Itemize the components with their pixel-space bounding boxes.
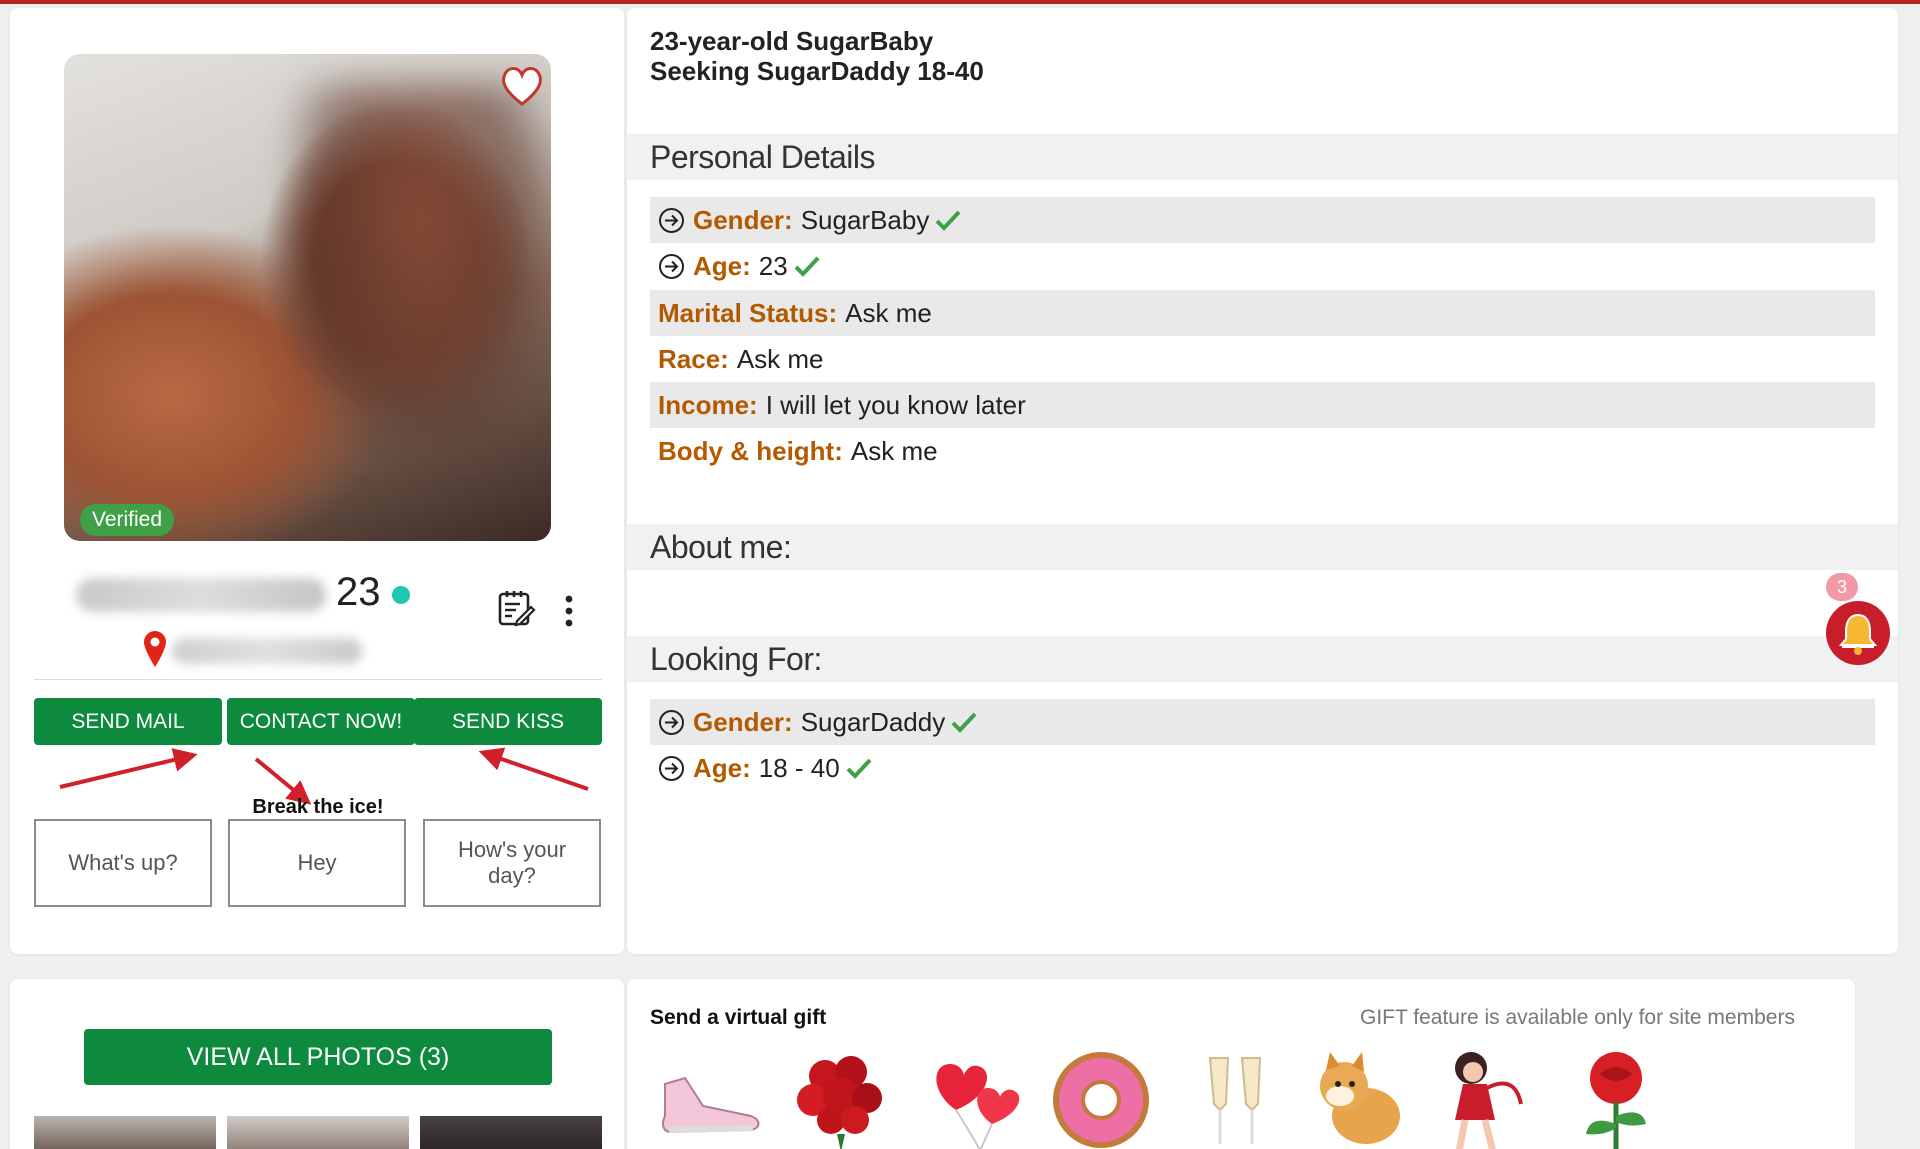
profile-headline: 23-year-old SugarBaby Seeking SugarDaddy… [650,26,984,86]
arrow-circle-icon [659,755,684,781]
headline-line-1: 23-year-old SugarBaby [650,26,934,56]
photo-thumbnail[interactable] [227,1116,409,1149]
detail-row-marital-status: Marital Status: Ask me [650,290,1875,336]
verified-check-icon [846,758,872,779]
detail-value: Ask me [850,435,938,466]
donut-gift-icon[interactable] [1045,1044,1157,1149]
detail-value: Ask me [736,343,824,374]
break-the-ice-label: Break the ice! [252,796,384,818]
verified-badge: Verified [80,504,175,536]
detail-row-body-height: Body & height: Ask me [650,428,1875,474]
arrow-circle-icon [659,207,684,233]
more-options-icon[interactable] [558,594,580,628]
profile-photo[interactable] [64,54,551,541]
username-blurred [76,578,326,612]
detail-label: Race: [658,343,729,374]
champagne-gift-icon[interactable] [1180,1044,1292,1149]
roses-bouquet-gift-icon[interactable] [785,1044,897,1149]
detail-row-age: Age: 23 [650,243,1875,289]
detail-label: Age: [693,752,751,783]
detail-value: 23 [758,250,788,281]
online-status-dot [392,586,410,604]
sneaker-gift-icon[interactable] [655,1044,767,1149]
bell-icon [1826,601,1890,665]
detail-value: SugarDaddy [800,706,946,737]
detail-row-race: Race: Ask me [650,336,1875,382]
about-me-header: About me: [627,524,1898,570]
view-all-photos-button[interactable]: VIEW ALL PHOTOS (3) [84,1029,552,1085]
location-blurred [172,638,362,664]
pinup-girl-gift-icon[interactable] [1425,1044,1537,1149]
detail-value: Ask me [845,297,932,328]
looking-row-gender: Gender: SugarDaddy [650,699,1875,745]
detail-label: Age: [693,250,751,281]
detail-label: Marital Status: [658,297,838,328]
verified-check-icon [794,256,820,277]
notes-icon[interactable] [496,588,536,628]
detail-label: Income: [658,389,758,420]
detail-row-gender: Gender: SugarBaby [650,197,1875,243]
icebreaker-hows-your-day-button[interactable]: How's your day? [423,819,601,907]
detail-value: 18 - 40 [758,752,840,783]
shiba-dog-gift-icon[interactable] [1300,1044,1412,1149]
looking-row-age: Age: 18 - 40 [650,745,1875,791]
favorite-heart-icon[interactable] [498,62,546,110]
icebreaker-hey-button[interactable]: Hey [228,819,406,907]
personal-details-header: Personal Details [627,134,1898,180]
icebreaker-whats-up-button[interactable]: What's up? [34,819,212,907]
notification-count-badge: 3 [1826,573,1858,601]
verified-check-icon [951,712,977,733]
contact-now-button[interactable]: CONTACT NOW! [227,698,415,745]
photo-thumbnail[interactable] [420,1116,602,1149]
detail-label: Body & height: [658,435,843,466]
rose-gift-icon[interactable] [1560,1044,1672,1149]
headline-line-2: Seeking SugarDaddy 18-40 [650,56,984,86]
arrow-circle-icon [659,709,684,735]
gift-section-title: Send a virtual gift [650,1006,827,1029]
profile-age: 23 [336,570,381,614]
send-kiss-button[interactable]: SEND KISS [414,698,602,745]
photo-thumbnail[interactable] [34,1116,216,1149]
divider [34,679,602,680]
detail-label: Gender: [693,204,793,235]
location-pin-icon [142,630,168,668]
heart-balloons-gift-icon[interactable] [920,1044,1032,1149]
detail-value: I will let you know later [765,389,1026,420]
gift-members-note: GIFT feature is available only for site … [1360,1006,1795,1029]
arrow-circle-icon [659,253,684,279]
detail-row-income: Income: I will let you know later [650,382,1875,428]
detail-value: SugarBaby [800,204,930,235]
detail-label: Gender: [693,706,793,737]
looking-for-header: Looking For: [627,636,1898,682]
notifications-bell-button[interactable]: 3 [1826,573,1890,665]
verified-check-icon [935,210,961,231]
send-mail-button[interactable]: SEND MAIL [34,698,222,745]
